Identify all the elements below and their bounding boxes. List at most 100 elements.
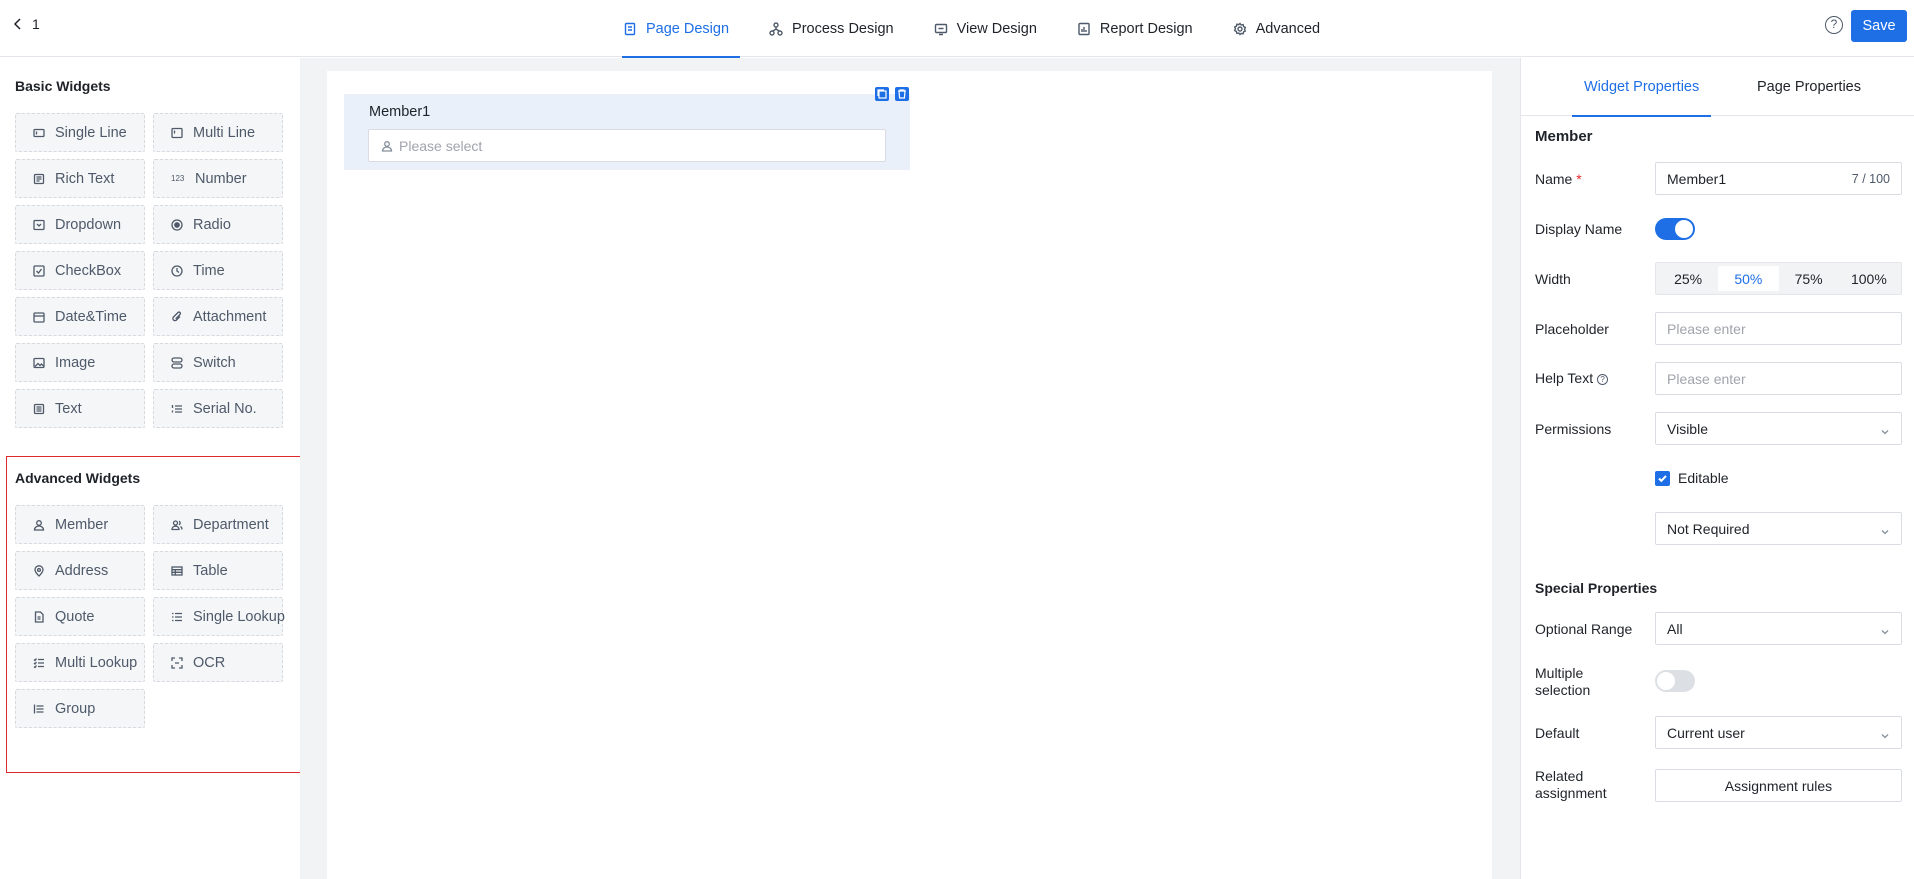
advanced-widgets-title: Advanced Widgets: [15, 470, 141, 486]
tab-report-design[interactable]: Report Design: [1066, 0, 1204, 57]
tab-view-design[interactable]: View Design: [923, 0, 1048, 57]
special-properties-title: Special Properties: [1535, 580, 1658, 596]
multiple-selection-label: Multiple selection: [1535, 665, 1590, 699]
widget-table[interactable]: Table: [153, 551, 283, 590]
help-text-label: Help Text?: [1535, 370, 1609, 387]
widget-text[interactable]: Text: [15, 389, 145, 428]
help-icon[interactable]: ?: [1825, 16, 1843, 34]
document-icon: [33, 610, 45, 623]
paperclip-icon: [171, 310, 183, 323]
name-input[interactable]: Member1 7 / 100: [1655, 162, 1902, 195]
widget-label: Department: [193, 516, 269, 533]
width-option-75[interactable]: 75%: [1779, 266, 1839, 291]
widget-label: Single Line: [55, 124, 127, 141]
group-icon: [33, 703, 45, 715]
rich-text-icon: [33, 173, 45, 185]
widget-label: CheckBox: [55, 262, 122, 279]
width-option-25[interactable]: 25%: [1658, 266, 1718, 291]
widget-multi-lookup[interactable]: Multi Lookup: [15, 643, 145, 682]
tab-label: View Design: [956, 20, 1037, 37]
save-button[interactable]: Save: [1851, 10, 1907, 42]
widget-address[interactable]: Address: [15, 551, 145, 590]
widget-label: Table: [193, 562, 228, 579]
widget-label: Multi Line: [193, 124, 256, 141]
table-icon: [171, 565, 183, 577]
checkbox-checked-icon: [1655, 470, 1670, 486]
required-select[interactable]: Not Required: [1655, 512, 1902, 545]
multiple-selection-line1: Multiple: [1535, 665, 1584, 681]
widget-multi-line[interactable]: Multi Line: [153, 113, 283, 152]
tab-widget-properties[interactable]: Widget Properties: [1571, 58, 1712, 117]
placeholder-input[interactable]: Please enter: [1655, 312, 1902, 345]
toggle-knob: [1657, 672, 1675, 690]
view-icon: [934, 23, 947, 35]
widget-group[interactable]: Group: [15, 689, 145, 728]
default-value: Current user: [1667, 724, 1745, 741]
widget-checkbox[interactable]: CheckBox: [15, 251, 145, 290]
name-input-value: Member1: [1667, 170, 1727, 187]
widget-label: Date&Time: [55, 308, 127, 325]
question-icon[interactable]: ?: [1597, 374, 1609, 385]
widget-dropdown[interactable]: Dropdown: [15, 205, 145, 244]
chevron-down-icon: [1880, 524, 1890, 534]
permissions-select[interactable]: Visible: [1655, 412, 1902, 445]
widget-rich-text[interactable]: Rich Text: [15, 159, 145, 198]
tab-advanced[interactable]: Advanced: [1222, 0, 1332, 57]
widget-label: Group: [55, 700, 96, 717]
related-assignment-label: Related assignment: [1535, 768, 1607, 802]
widget-number[interactable]: 123 Number: [153, 159, 283, 198]
delete-icon[interactable]: [895, 87, 909, 101]
checkbox-icon: [33, 264, 45, 277]
widget-image[interactable]: Image: [15, 343, 145, 382]
placeholder-input-hint: Please enter: [1667, 320, 1746, 337]
default-select[interactable]: Current user: [1655, 716, 1902, 749]
optional-range-select[interactable]: All: [1655, 612, 1902, 645]
tab-process-design[interactable]: Process Design: [758, 0, 905, 57]
member-select-input[interactable]: Please select: [368, 129, 886, 162]
widget-label: Member: [55, 516, 109, 533]
help-text-input-hint: Please enter: [1667, 370, 1746, 387]
width-option-50[interactable]: 50%: [1718, 266, 1779, 291]
widget-label: Text: [55, 400, 82, 417]
copy-icon[interactable]: [875, 87, 889, 101]
process-icon: [769, 21, 783, 36]
widget-label: Single Lookup: [193, 608, 285, 625]
person-icon: [33, 519, 45, 531]
widget-member[interactable]: Member: [15, 505, 145, 544]
widget-label: Attachment: [193, 308, 267, 325]
report-icon: [1078, 22, 1090, 35]
tab-page-properties[interactable]: Page Properties: [1757, 58, 1861, 116]
tab-page-design[interactable]: Page Design: [612, 0, 741, 58]
default-label: Default: [1535, 725, 1580, 741]
form-canvas[interactable]: [327, 71, 1492, 879]
display-name-toggle[interactable]: [1655, 218, 1695, 240]
widget-quote[interactable]: Quote: [15, 597, 145, 636]
widget-serial-no[interactable]: Serial No.: [153, 389, 283, 428]
multiple-selection-toggle[interactable]: [1655, 670, 1695, 692]
name-label: Name *: [1535, 171, 1582, 188]
widget-single-lookup[interactable]: Single Lookup: [153, 597, 285, 636]
widget-radio[interactable]: Radio: [153, 205, 283, 244]
widget-label: Quote: [55, 608, 95, 625]
widget-single-line[interactable]: Single Line: [15, 113, 145, 152]
image-icon: [33, 357, 45, 369]
widget-attachment[interactable]: Attachment: [153, 297, 283, 336]
editable-checkbox[interactable]: Editable: [1655, 470, 1729, 486]
assignment-rules-button[interactable]: Assignment rules: [1655, 769, 1902, 802]
help-text-input[interactable]: Please enter: [1655, 362, 1902, 395]
widget-label: Image: [55, 354, 96, 371]
widget-date-time[interactable]: Date&Time: [15, 297, 145, 336]
top-bar: 1 Page Design Process Design View Design…: [0, 0, 1914, 58]
back-button[interactable]: 1: [12, 16, 40, 32]
widget-department[interactable]: Department: [153, 505, 283, 544]
properties-tabs: Widget Properties Page Properties: [1520, 58, 1914, 117]
member-field-card[interactable]: Member1 Please select: [344, 94, 910, 170]
width-option-100[interactable]: 100%: [1839, 266, 1899, 291]
widget-ocr[interactable]: OCR: [153, 643, 283, 682]
related-assignment-line1: Related: [1535, 768, 1584, 784]
widget-switch[interactable]: Switch: [153, 343, 283, 382]
name-label-text: Name: [1535, 171, 1573, 187]
editable-label: Editable: [1678, 470, 1729, 486]
widget-time[interactable]: Time: [153, 251, 283, 290]
tab-label: Report Design: [1099, 20, 1193, 37]
